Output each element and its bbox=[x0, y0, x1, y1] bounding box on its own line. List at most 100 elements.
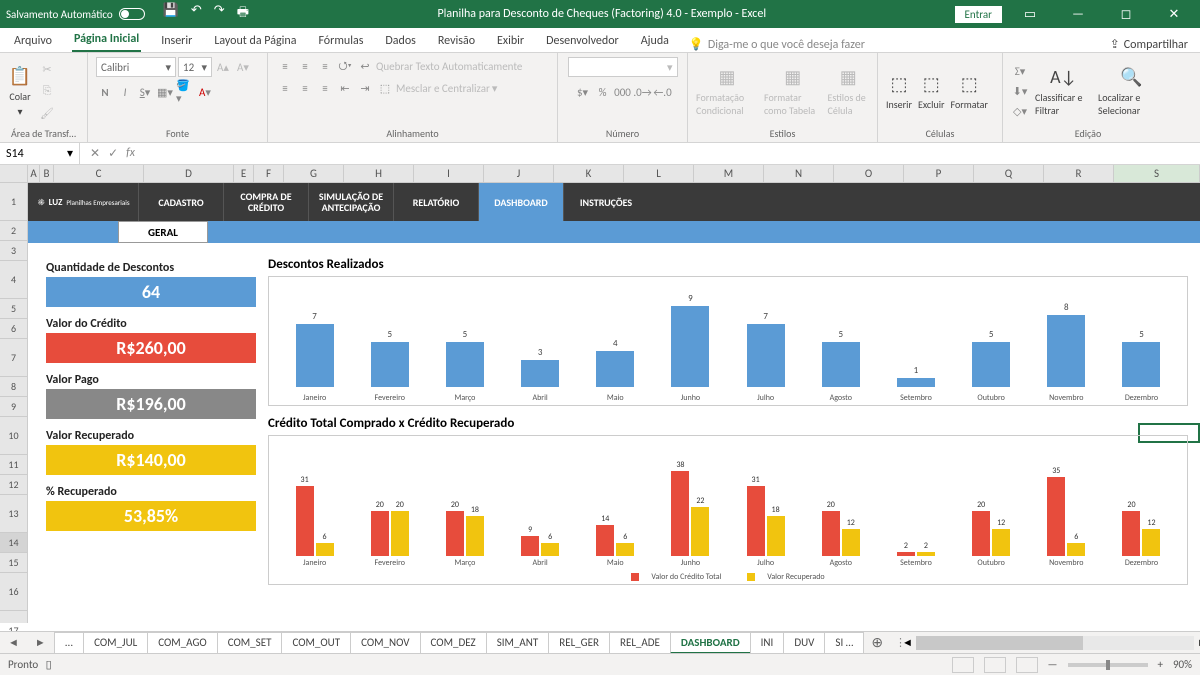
sheet-tab[interactable]: DASHBOARD bbox=[670, 632, 751, 654]
sheet-tab[interactable]: REL_ADE bbox=[609, 632, 671, 654]
bold-icon[interactable]: N bbox=[96, 83, 114, 101]
minimize-icon[interactable]: — bbox=[1058, 7, 1098, 22]
align-bottom-icon[interactable]: ≡ bbox=[316, 57, 334, 75]
worksheet[interactable]: 1 2 3 4 5 6 7 8 9 10 11 12 13 14 15 16 1… bbox=[0, 183, 1200, 623]
nav-dashboard[interactable]: DASHBOARD bbox=[478, 183, 563, 221]
nav-instrucoes[interactable]: INSTRUÇÕES bbox=[563, 183, 648, 221]
clear-icon[interactable]: ◇▾ bbox=[1011, 102, 1029, 120]
name-box[interactable]: S14▾ bbox=[0, 143, 80, 164]
chart-descontos[interactable]: 755349751585 JaneiroFevereiroMarçoAbrilM… bbox=[268, 276, 1188, 406]
sheet-tab[interactable]: COM_DEZ bbox=[420, 632, 487, 654]
close-icon[interactable]: ✕ bbox=[1154, 7, 1194, 22]
align-right-icon[interactable]: ≡ bbox=[316, 79, 334, 97]
inc-decimal-icon[interactable]: .0→ bbox=[634, 83, 652, 101]
page-layout-view-icon[interactable] bbox=[984, 657, 1006, 673]
sheet-tab[interactable]: COM_OUT bbox=[281, 632, 351, 654]
cell-styles-button[interactable]: ▦Estilos de Célula bbox=[828, 65, 869, 117]
dec-decimal-icon[interactable]: ←.0 bbox=[654, 83, 672, 101]
zoom-level[interactable]: 90% bbox=[1173, 658, 1192, 671]
tab-dados[interactable]: Dados bbox=[383, 30, 417, 52]
sheet-tab[interactable]: INI bbox=[750, 632, 785, 654]
tab-ajuda[interactable]: Ajuda bbox=[639, 30, 671, 52]
wrap-text-icon[interactable]: ↩ bbox=[356, 57, 374, 75]
percent-icon[interactable]: % bbox=[594, 83, 612, 101]
page-break-view-icon[interactable] bbox=[1016, 657, 1038, 673]
add-sheet-icon[interactable]: ⊕ bbox=[863, 634, 891, 651]
tab-pagina-inicial[interactable]: Página Inicial bbox=[72, 28, 141, 52]
column-headers[interactable]: A B C D E F G H I J K L M N O P Q R S bbox=[0, 165, 1200, 183]
format-cells-button[interactable]: ⬚Formatar bbox=[951, 72, 988, 111]
cancel-formula-icon[interactable]: ✕ bbox=[90, 146, 100, 161]
horizontal-scrollbar[interactable]: ◄► bbox=[916, 636, 1194, 650]
nav-simulacao[interactable]: SIMULAÇÃO DE ANTECIPAÇÃO bbox=[308, 183, 393, 221]
autosave-toggle[interactable]: Salvamento Automático bbox=[6, 8, 145, 21]
font-color-icon[interactable]: A▾ bbox=[196, 83, 214, 101]
font-name-select[interactable]: Calibri▾ bbox=[96, 57, 176, 77]
fill-color-icon[interactable]: 🪣▾ bbox=[176, 83, 194, 101]
align-left-icon[interactable]: ≡ bbox=[276, 79, 294, 97]
format-painter-icon[interactable]: 🖌 bbox=[38, 104, 56, 122]
zoom-in-icon[interactable]: + bbox=[1158, 658, 1163, 671]
sheet-tab[interactable]: ... bbox=[54, 632, 84, 654]
sheet-tab[interactable]: COM_AGO bbox=[147, 632, 217, 654]
subnav-geral[interactable]: GERAL bbox=[118, 221, 208, 243]
tab-desenvolvedor[interactable]: Desenvolvedor bbox=[544, 30, 621, 52]
tab-formulas[interactable]: Fórmulas bbox=[316, 30, 365, 52]
print-icon[interactable]: 🖶 bbox=[237, 3, 249, 25]
border-icon[interactable]: ▦▾ bbox=[156, 83, 174, 101]
merge-icon[interactable]: ⬚ bbox=[376, 79, 394, 97]
share-button[interactable]: ⇪ Compartilhar bbox=[1110, 37, 1200, 52]
sheet-tab[interactable]: REL_GER bbox=[548, 632, 610, 654]
insert-cells-button[interactable]: ⬚Inserir bbox=[886, 72, 912, 111]
save-icon[interactable]: 💾 bbox=[163, 3, 179, 25]
decrease-font-icon[interactable]: A▾ bbox=[234, 58, 252, 76]
font-size-select[interactable]: 12▾ bbox=[178, 57, 212, 77]
align-middle-icon[interactable]: ≡ bbox=[296, 57, 314, 75]
scroll-left-icon[interactable]: ◄ bbox=[902, 636, 913, 649]
tab-inserir[interactable]: Inserir bbox=[159, 30, 194, 52]
cut-icon[interactable]: ✂ bbox=[38, 60, 56, 78]
redo-icon[interactable]: ↷ bbox=[214, 3, 225, 25]
sheet-tab[interactable]: COM_NOV bbox=[350, 632, 420, 654]
sheet-tab[interactable]: COM_SET bbox=[217, 632, 283, 654]
increase-font-icon[interactable]: A▴ bbox=[214, 58, 232, 76]
copy-icon[interactable]: ⎘ bbox=[38, 82, 56, 100]
nav-cadastro[interactable]: CADASTRO bbox=[138, 183, 223, 221]
number-format-select[interactable]: ▾ bbox=[568, 57, 678, 77]
sort-filter-button[interactable]: A↓Classificar e Filtrar bbox=[1035, 65, 1092, 117]
indent-inc-icon[interactable]: ⇥ bbox=[356, 79, 374, 97]
tab-exibir[interactable]: Exibir bbox=[495, 30, 526, 52]
conditional-format-button[interactable]: ▦Formatação Condicional bbox=[696, 65, 758, 117]
zoom-out-icon[interactable]: — bbox=[1048, 658, 1058, 671]
maximize-icon[interactable]: ◻ bbox=[1106, 7, 1146, 22]
sheet-tab[interactable]: DUV bbox=[783, 632, 825, 654]
nav-compra[interactable]: COMPRA DE CRÉDITO bbox=[223, 183, 308, 221]
currency-icon[interactable]: $▾ bbox=[574, 83, 592, 101]
macro-record-icon[interactable]: ▯ bbox=[46, 658, 52, 671]
sheet-tab[interactable]: SI … bbox=[824, 632, 864, 654]
indent-dec-icon[interactable]: ⇤ bbox=[336, 79, 354, 97]
sheet-tab[interactable]: COM_JUL bbox=[83, 632, 148, 654]
ribbon-options-icon[interactable]: ▭ bbox=[1010, 7, 1050, 22]
fill-icon[interactable]: ⬇▾ bbox=[1011, 82, 1029, 100]
tell-me-search[interactable]: 💡 Diga-me o que você deseja fazer bbox=[689, 37, 1092, 52]
align-center-icon[interactable]: ≡ bbox=[296, 79, 314, 97]
autosum-icon[interactable]: Σ▾ bbox=[1011, 62, 1029, 80]
find-select-button[interactable]: 🔍Localizar e Selecionar bbox=[1098, 65, 1165, 117]
orientation-icon[interactable]: ⭯▾ bbox=[336, 57, 354, 75]
tab-revisao[interactable]: Revisão bbox=[436, 30, 477, 52]
normal-view-icon[interactable] bbox=[952, 657, 974, 673]
tab-nav-next[interactable]: ► bbox=[27, 636, 54, 649]
enter-formula-icon[interactable]: ✓ bbox=[108, 146, 118, 161]
chart-credito[interactable]: 3162020201896146382231182012222012356201… bbox=[268, 435, 1188, 585]
sheet-tab[interactable]: SIM_ANT bbox=[486, 632, 550, 654]
format-table-button[interactable]: ▦Formatar como Tabela bbox=[764, 65, 822, 117]
underline-icon[interactable]: S▾ bbox=[136, 83, 154, 101]
comma-icon[interactable]: 000 bbox=[614, 83, 632, 101]
paste-button[interactable]: 📋Colar▾ bbox=[8, 64, 32, 118]
italic-icon[interactable]: I bbox=[116, 83, 134, 101]
row-headers[interactable]: 1 2 3 4 5 6 7 8 9 10 11 12 13 14 15 16 1… bbox=[0, 183, 28, 623]
toggle-off-icon[interactable] bbox=[119, 8, 145, 20]
tab-arquivo[interactable]: Arquivo bbox=[12, 30, 54, 52]
signin-button[interactable]: Entrar bbox=[955, 6, 1002, 23]
